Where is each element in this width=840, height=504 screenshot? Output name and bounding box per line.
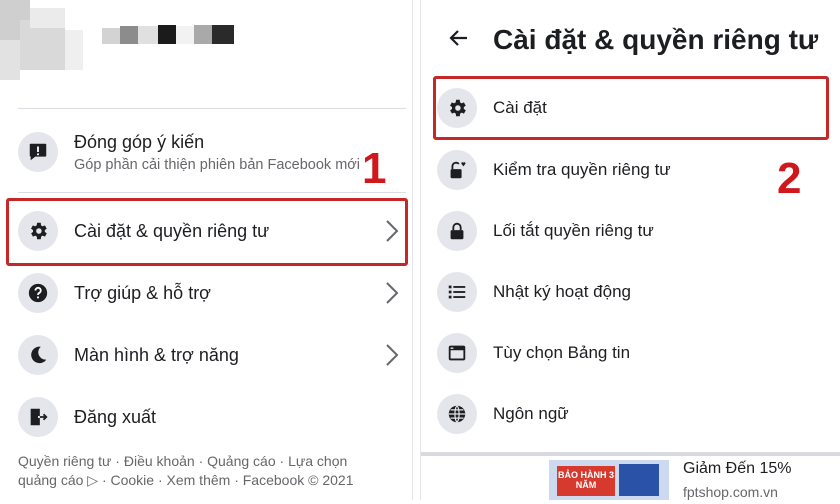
menu-item-language[interactable]: Ngôn ngữ (437, 388, 837, 440)
ad-image: BẢO HÀNH 3 NĂM (549, 460, 669, 500)
feed-icon (437, 333, 477, 373)
step-marker-1: 1 (362, 144, 387, 193)
divider (18, 192, 406, 193)
lock-icon (437, 211, 477, 251)
highlight-box-step-2 (433, 76, 829, 140)
feedback-item[interactable]: Đóng góp ý kiến Góp phần cải thiện phiên… (18, 124, 408, 180)
feedback-icon (18, 132, 58, 172)
menu-item-display-accessibility[interactable]: Màn hình & trợ năng (18, 330, 408, 380)
menu-item-news-feed-preferences[interactable]: Tùy chọn Bảng tin (437, 327, 837, 379)
divider (18, 108, 406, 109)
step-marker-2: 2 (777, 154, 802, 203)
menu-item-privacy-shortcuts[interactable]: Lối tắt quyền riêng tư (437, 205, 837, 257)
page-title: Cài đặt & quyền riêng tư (493, 24, 819, 55)
footer-line-1[interactable]: Quyền riêng tư · Điều khoản · Quảng cáo … (18, 453, 347, 469)
settings-privacy-panel: Cài đặt & quyền riêng tư Cài đặt Kiểm tr… (420, 0, 840, 504)
menu-item-label: Tùy chọn Bảng tin (493, 343, 631, 362)
logout-icon (18, 397, 58, 437)
ad-title: Giảm Đến 15% (683, 460, 792, 477)
list-icon (437, 272, 477, 312)
highlight-box-step-1 (6, 198, 408, 266)
menu-item-label: Màn hình & trợ năng (74, 344, 239, 365)
feedback-title: Đóng góp ý kiến (74, 131, 205, 152)
panel-header: Cài đặt & quyền riêng tư (421, 0, 840, 80)
ad-banner-text: BẢO HÀNH 3 NĂM (557, 466, 615, 496)
menu-item-label: Ngôn ngữ (493, 404, 569, 423)
chevron-right-icon (382, 279, 402, 307)
left-menu-panel: Đóng góp ý kiến Góp phần cải thiện phiên… (0, 0, 413, 500)
chevron-right-icon (382, 341, 402, 369)
moon-icon (18, 335, 58, 375)
back-arrow-icon[interactable] (447, 26, 471, 50)
feedback-subtitle: Góp phần cải thiện phiên bản Facebook mớ… (74, 156, 360, 173)
sponsored-ad[interactable]: BẢO HÀNH 3 NĂM Giảm Đến 15% fptshop.com.… (421, 452, 840, 504)
ad-domain: fptshop.com.vn (683, 484, 778, 500)
menu-item-activity-log[interactable]: Nhật ký hoạt động (437, 266, 837, 318)
menu-item-logout[interactable]: Đăng xuất (18, 392, 408, 442)
question-icon (18, 273, 58, 313)
menu-item-help-support[interactable]: Trợ giúp & hỗ trợ (18, 268, 408, 318)
footer-line-2[interactable]: quảng cáo ▷ · Cookie · Xem thêm · Facebo… (18, 472, 353, 488)
globe-icon (437, 394, 477, 434)
lock-heart-icon (437, 150, 477, 190)
menu-item-label: Trợ giúp & hỗ trợ (74, 282, 211, 303)
menu-item-label: Đăng xuất (74, 406, 157, 427)
menu-item-label: Nhật ký hoạt động (493, 282, 631, 301)
footer-links[interactable]: Quyền riêng tư · Điều khoản · Quảng cáo … (18, 452, 388, 490)
menu-item-label: Lối tắt quyền riêng tư (493, 221, 654, 240)
